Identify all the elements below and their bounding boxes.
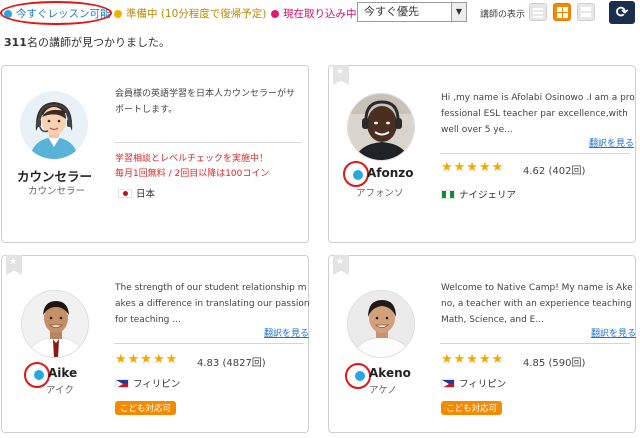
teacher-avatar[interactable] [21,290,89,358]
legend-preparing-label: 準備中 (10分程度で復帰予定) [126,8,267,20]
refresh-button[interactable]: ⟳ [609,1,635,24]
teacher-country: フィリピン [441,376,506,390]
translate-link[interactable]: 翻訳を見る [264,326,309,339]
teacher-country-label: フィリピン [459,379,507,390]
legend-in-lesson-label: 現在取り込み中 [283,8,357,20]
rating-score: 4.83 [197,358,220,369]
divider [440,343,630,344]
divider [114,142,302,143]
in-lesson-dot-icon [271,9,279,18]
akeno-photo-icon [348,291,414,357]
teacher-name[interactable]: Akeno [369,366,411,380]
counselor-avatar-icon [20,91,88,159]
rating-value: 4.83 (4827回) [197,354,266,369]
japan-flag-icon [118,188,132,198]
counselor-avatar [20,91,88,159]
rating-score: 4.62 [523,166,546,177]
bookmark-icon[interactable] [333,65,349,85]
bookmark-icon[interactable] [333,255,349,275]
teacher-kana: アケノ [369,385,397,396]
counselor-card[interactable]: カウンセラー カウンセラー 会員様の英語学習を日本人カウンセラーがサポートします… [1,65,309,243]
counselor-country-label: 日本 [136,189,156,200]
rating-stars-icon: ★★★★★ [115,352,179,367]
counselor-intro: 会員様の英語学習を日本人カウンセラーがサポートします。 [115,89,296,115]
teacher-card-aike[interactable]: Aike アイク The strength of our student rel… [1,255,310,433]
result-count-number: 311 [4,36,27,49]
teacher-avatar[interactable] [347,93,415,161]
bookmark-icon[interactable] [6,255,22,275]
chevron-down-icon[interactable]: ▼ [451,3,466,21]
lesson-count: (4827回) [222,358,266,369]
philippines-flag-icon [441,378,455,388]
afonzo-photo-icon [348,94,414,160]
teacher-avatar[interactable] [347,290,415,358]
teacher-intro: Welcome to Native Camp! My name is Akeno… [441,283,633,325]
rating-stars-icon: ★★★★★ [441,160,505,175]
refresh-icon: ⟳ [615,3,629,21]
preparing-dot-icon [114,9,122,18]
rating-value: 4.62 (402回) [523,162,585,177]
view-list-button[interactable] [529,3,547,21]
translate-link[interactable]: 翻訳を見る [591,326,636,339]
rating-value: 4.85 (590回) [523,354,585,369]
red-circle-annotation [345,363,371,389]
teacher-country-label: ナイジェリア [459,190,517,201]
philippines-flag-icon [115,378,129,388]
lesson-count: (402回) [548,166,586,177]
rating-stars-icon: ★★★★★ [441,352,505,367]
teacher-card-akeno[interactable]: Akeno アケノ Welcome to Native Camp! My nam… [328,255,636,433]
teacher-intro: The strength of our student relationship… [115,283,310,325]
sort-selected-value: 今すぐ優先 [364,5,419,18]
lesson-count: (590回) [548,358,586,369]
rating-score: 4.85 [523,358,546,369]
divider [114,343,304,344]
divider [440,153,630,154]
result-count: 311名の講師が見つかりました。 [4,34,170,50]
teacher-intro: Hi ,my name is Afolabi Osinowo .I am a p… [441,93,635,135]
counselor-campaign-line2: 毎月1回無料 / 2回目以降は100コイン [115,169,270,179]
view-grid-button[interactable] [553,3,571,21]
teacher-country: フィリピン [115,376,180,390]
counselor-kana: カウンセラー [28,186,86,197]
counselor-campaign-line1: 学習相談とレベルチェックを実施中！ [115,154,269,164]
legend-preparing: 準備中 (10分程度で復帰予定) [114,6,266,21]
filter-bar: 今すぐレッスン可能 準備中 (10分程度で復帰予定) 現在取り込み中 今すぐ優先… [0,0,640,26]
teacher-kana: アイク [46,385,74,396]
legend-in-lesson: 現在取り込み中 [271,6,357,21]
result-count-suffix: 名の講師が見つかりました。 [26,36,170,49]
sort-select[interactable]: 今すぐ優先 ▼ [357,2,467,22]
teacher-name[interactable]: Afonzo [367,166,414,180]
view-large-button[interactable] [577,3,595,21]
kids-badge: こども対応可 [441,401,503,415]
nigeria-flag-icon [441,189,455,199]
translate-link[interactable]: 翻訳を見る [589,136,634,149]
counselor-country: 日本 [118,186,155,200]
teacher-card-afonzo[interactable]: Afonzo アフォンソ Hi ,my name is Afolabi Osin… [328,65,636,243]
teacher-country-label: フィリピン [133,379,181,390]
view-mode-label: 講師の表示 [480,10,526,20]
teacher-country: ナイジェリア [441,187,516,201]
red-circle-annotation [343,161,369,187]
kids-badge: こども対応可 [115,401,177,415]
aike-photo-icon [22,291,88,357]
red-circle-annotation [0,1,112,25]
teacher-name[interactable]: Aike [48,366,77,380]
teacher-kana: アフォンソ [356,188,404,199]
